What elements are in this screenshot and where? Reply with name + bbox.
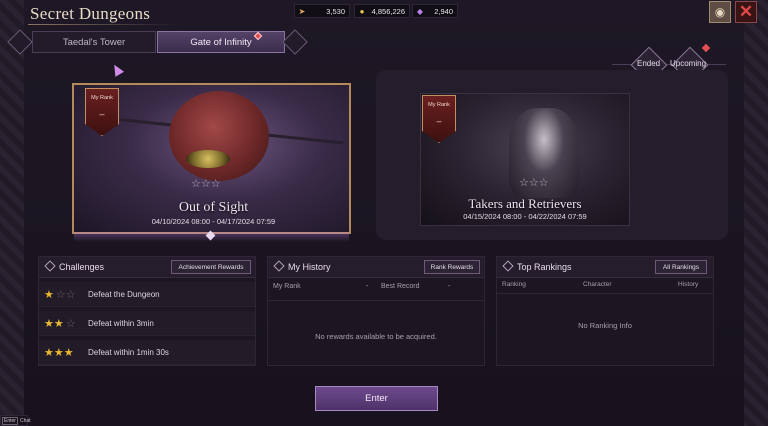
gold-coin-icon: ● bbox=[359, 6, 365, 16]
challenge-stars: ★ ☆☆ bbox=[44, 288, 88, 301]
tab-prev-arrow-icon[interactable] bbox=[7, 29, 33, 55]
ended-filter-label: Ended bbox=[637, 59, 661, 68]
challenge-row: ★★ ☆ Defeat within 3min bbox=[39, 311, 255, 336]
my-history-panel: My History Rank Rewards My Rank - Best R… bbox=[267, 256, 485, 366]
challenge-row: ★★★ Defeat within 1min 30s bbox=[39, 340, 255, 365]
dungeon-star-rating: ☆☆☆ bbox=[191, 178, 221, 190]
tab-taedals-tower[interactable]: Taedal's Tower bbox=[32, 31, 156, 53]
close-button[interactable]: ✕ bbox=[735, 1, 757, 23]
filter-divider bbox=[612, 64, 726, 65]
portrait-icon: ◉ bbox=[714, 5, 726, 19]
my-history-title: My History bbox=[288, 262, 331, 272]
star-filled-icon: ★ bbox=[44, 288, 54, 301]
star-empty-icon: ☆ bbox=[65, 317, 76, 330]
challenge-row: ★ ☆☆ Defeat the Dungeon bbox=[39, 282, 255, 307]
history-summary: My Rank - Best Record - bbox=[268, 283, 484, 297]
chat-label: Chat bbox=[19, 417, 31, 424]
challenges-panel: Challenges Achievement Rewards ★ ☆☆ Defea… bbox=[38, 256, 256, 366]
all-rankings-button[interactable]: All Rankings bbox=[655, 260, 707, 274]
top-rankings-header: Top Rankings All Rankings bbox=[497, 257, 713, 278]
close-icon: ✕ bbox=[738, 2, 754, 21]
top-rankings-title: Top Rankings bbox=[517, 262, 572, 272]
my-rank-title: My Rank bbox=[91, 95, 113, 101]
challenges-header: Challenges Achievement Rewards bbox=[39, 257, 255, 278]
boss-eye bbox=[186, 150, 230, 168]
rank-rewards-button[interactable]: Rank Rewards bbox=[424, 260, 480, 274]
dungeon-tabs: Taedal's Tower Gate of Infinity bbox=[6, 29, 308, 55]
challenges-title: Challenges bbox=[59, 262, 105, 272]
diamond-icon bbox=[273, 260, 285, 272]
best-record-label: Best Record bbox=[381, 283, 420, 290]
upcoming-filter-label: Upcoming bbox=[670, 59, 707, 68]
divider bbox=[268, 300, 484, 301]
column-ranking: Ranking bbox=[502, 281, 526, 288]
enter-key-hint: Enter bbox=[2, 416, 18, 425]
challenge-stars: ★★ ☆ bbox=[44, 317, 88, 330]
no-ranking-message: No Ranking Info bbox=[578, 321, 632, 330]
divider bbox=[497, 293, 713, 294]
my-rank-title: My Rank bbox=[428, 102, 450, 108]
dungeon-name: Out of Sight bbox=[178, 200, 249, 215]
challenge-label: Defeat the Dungeon bbox=[88, 289, 160, 299]
my-rank-label: My Rank bbox=[273, 283, 301, 290]
challenge-label: Defeat within 3min bbox=[88, 318, 154, 328]
currency-arrows-value: 3,530 bbox=[326, 6, 345, 16]
right-frame-border bbox=[740, 0, 768, 426]
column-character: Character bbox=[583, 281, 612, 288]
my-history-header: My History Rank Rewards bbox=[268, 257, 484, 278]
arrow-icon: ➤ bbox=[298, 6, 306, 16]
page-title: Secret Dungeons bbox=[30, 4, 151, 23]
dungeon-name: Takers and Retrievers bbox=[468, 196, 582, 211]
crystal-icon: ◆ bbox=[416, 6, 424, 16]
character-portrait-button[interactable]: ◉ bbox=[709, 1, 731, 23]
currency-gold-value: 4,856,226 bbox=[371, 6, 405, 16]
my-rank-value: – bbox=[99, 109, 105, 119]
title-underline bbox=[28, 24, 180, 25]
challenge-label: Defeat within 1min 30s bbox=[88, 347, 169, 357]
star-filled-icon: ★★★ bbox=[44, 346, 74, 359]
chat-shortcut[interactable]: Enter Chat bbox=[0, 415, 31, 426]
tab-next-arrow-icon[interactable] bbox=[282, 29, 308, 55]
tab-gate-of-infinity[interactable]: Gate of Infinity bbox=[157, 31, 285, 53]
best-record-value: - bbox=[448, 283, 451, 290]
no-rewards-message: No rewards available to be acquired. bbox=[315, 332, 437, 341]
my-rank-value: – bbox=[436, 116, 442, 126]
diamond-icon bbox=[502, 260, 514, 272]
enter-button[interactable]: Enter bbox=[315, 386, 438, 411]
dungeon-dates: 04/15/2024 08:00 - 04/22/2024 07:59 bbox=[463, 212, 587, 221]
currency-arrows: ➤ 3,530 bbox=[294, 4, 350, 18]
rankings-column-headers: Ranking Character History bbox=[497, 281, 713, 293]
top-rankings-panel: Top Rankings All Rankings Ranking Charac… bbox=[496, 256, 714, 366]
currency-crystal: ◆ 2,940 bbox=[412, 4, 458, 18]
dungeon-dates: 04/10/2024 08:00 - 04/17/2024 07:59 bbox=[151, 217, 276, 226]
challenge-stars: ★★★ bbox=[44, 346, 88, 359]
currency-crystal-value: 2,940 bbox=[434, 6, 453, 16]
achievement-rewards-button[interactable]: Achievement Rewards bbox=[171, 260, 251, 274]
dungeon-star-rating: ☆☆☆ bbox=[519, 177, 549, 189]
diamond-icon bbox=[44, 260, 56, 272]
boss-image-out-of-sight bbox=[169, 91, 269, 181]
star-empty-icon: ☆☆ bbox=[55, 288, 76, 301]
column-history: History bbox=[678, 281, 699, 288]
star-filled-icon: ★★ bbox=[44, 317, 64, 330]
my-rank-value: - bbox=[366, 283, 369, 290]
currency-gold: ● 4,856,226 bbox=[354, 4, 410, 18]
